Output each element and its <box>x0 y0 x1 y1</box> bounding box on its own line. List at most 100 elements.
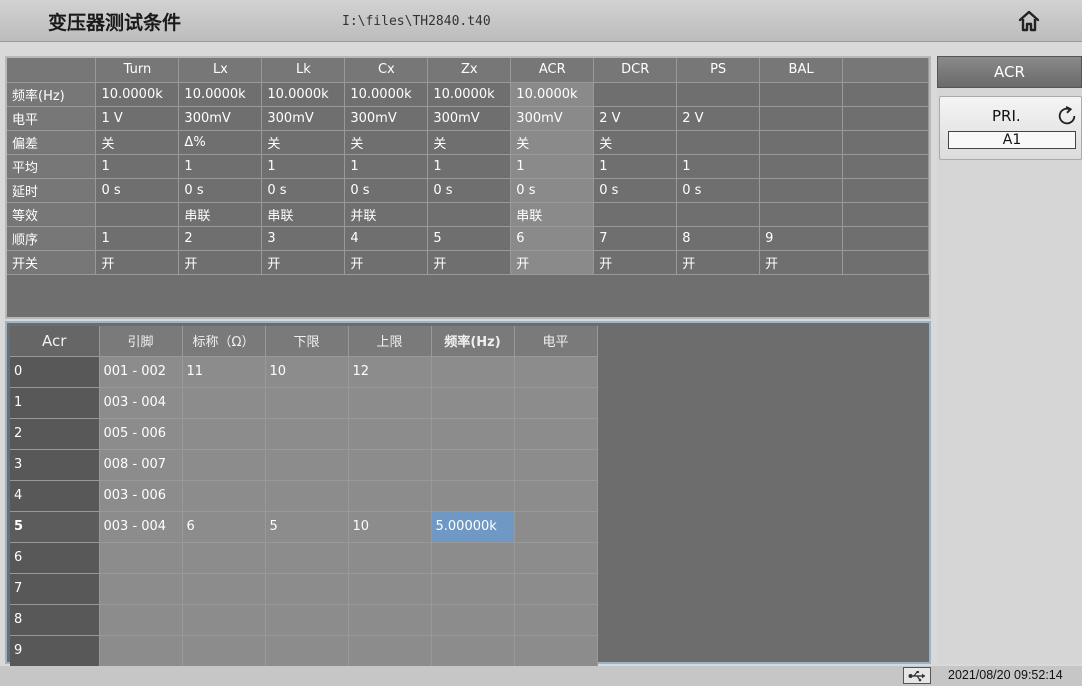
param-cell[interactable] <box>427 202 512 227</box>
param-column-header[interactable]: Lk <box>261 58 346 83</box>
param-cell[interactable]: 10.0000k <box>344 82 429 107</box>
acr-cell[interactable] <box>99 542 183 574</box>
acr-cell[interactable] <box>348 604 432 636</box>
param-cell[interactable] <box>593 202 678 227</box>
param-cell[interactable]: 10.0000k <box>261 82 346 107</box>
param-column-header[interactable]: Lx <box>178 58 263 83</box>
acr-row[interactable]: 7 <box>10 573 598 605</box>
param-cell[interactable] <box>676 82 761 107</box>
param-cell[interactable]: 关 <box>261 130 346 155</box>
param-cell[interactable]: 1 <box>427 154 512 179</box>
pri-select-button[interactable]: PRI. A1 <box>939 96 1082 160</box>
param-column-header[interactable]: ACR <box>510 58 595 83</box>
param-cell[interactable]: 开 <box>676 250 761 275</box>
param-cell[interactable]: Δ% <box>178 130 263 155</box>
acr-cell[interactable] <box>514 449 598 481</box>
param-cell[interactable]: 开 <box>427 250 512 275</box>
param-column-header[interactable]: Zx <box>427 58 512 83</box>
acr-cell[interactable] <box>431 449 515 481</box>
acr-cell[interactable] <box>514 480 598 512</box>
acr-row-index[interactable]: 6 <box>10 542 100 574</box>
param-cell[interactable]: 1 <box>593 154 678 179</box>
acr-cell[interactable]: 001 - 002 <box>99 356 183 388</box>
acr-cell[interactable] <box>348 573 432 605</box>
param-cell[interactable]: 5 <box>427 226 512 251</box>
param-cell[interactable]: 开 <box>759 250 844 275</box>
acr-cell[interactable]: 003 - 006 <box>99 480 183 512</box>
acr-cell[interactable] <box>99 635 183 667</box>
param-cell[interactable]: 2 <box>178 226 263 251</box>
acr-row[interactable]: 5 003 - 004 6 5 10 5.00000k <box>10 511 598 543</box>
param-cell[interactable]: 串联 <box>261 202 346 227</box>
acr-row-index[interactable]: 7 <box>10 573 100 605</box>
acr-row-index[interactable]: 4 <box>10 480 100 512</box>
acr-cell[interactable] <box>431 356 515 388</box>
param-cell[interactable] <box>95 202 180 227</box>
acr-column-header[interactable]: 频率(Hz) <box>431 326 515 357</box>
param-cell[interactable] <box>759 178 844 203</box>
acr-cell[interactable] <box>265 635 349 667</box>
acr-cell[interactable]: 11 <box>182 356 266 388</box>
param-cell[interactable]: 0 s <box>676 178 761 203</box>
acr-cell[interactable]: 003 - 004 <box>99 511 183 543</box>
param-cell[interactable]: 1 <box>676 154 761 179</box>
acr-cell[interactable] <box>99 573 183 605</box>
param-cell[interactable] <box>759 130 844 155</box>
acr-row[interactable]: 0 001 - 002 11 10 12 <box>10 356 598 388</box>
acr-cell[interactable] <box>514 418 598 450</box>
param-cell[interactable]: 300mV <box>510 106 595 131</box>
param-cell[interactable]: 2 V <box>593 106 678 131</box>
acr-row[interactable]: 6 <box>10 542 598 574</box>
acr-cell[interactable]: 005 - 006 <box>99 418 183 450</box>
param-cell[interactable]: 10.0000k <box>510 82 595 107</box>
acr-column-header[interactable]: 下限 <box>265 326 349 357</box>
param-cell[interactable]: 0 s <box>95 178 180 203</box>
acr-row[interactable]: 8 <box>10 604 598 636</box>
acr-cell[interactable] <box>265 449 349 481</box>
acr-column-header[interactable]: 电平 <box>514 326 598 357</box>
acr-cell[interactable] <box>514 511 598 543</box>
param-cell[interactable]: 1 <box>95 226 180 251</box>
acr-cell[interactable] <box>265 480 349 512</box>
acr-row-index[interactable]: 8 <box>10 604 100 636</box>
param-cell[interactable]: 关 <box>95 130 180 155</box>
param-cell[interactable]: 0 s <box>261 178 346 203</box>
acr-cell[interactable] <box>182 573 266 605</box>
param-column-header[interactable]: BAL <box>759 58 844 83</box>
acr-cell[interactable] <box>182 418 266 450</box>
param-cell[interactable]: 4 <box>344 226 429 251</box>
acr-cell[interactable] <box>99 604 183 636</box>
param-cell[interactable] <box>759 82 844 107</box>
acr-row-index[interactable]: 5 <box>10 511 100 543</box>
param-cell[interactable]: 10.0000k <box>427 82 512 107</box>
acr-cell[interactable] <box>348 449 432 481</box>
acr-row-index[interactable]: 9 <box>10 635 100 667</box>
acr-cell[interactable] <box>265 604 349 636</box>
acr-cell[interactable] <box>514 542 598 574</box>
acr-row-index[interactable]: 3 <box>10 449 100 481</box>
param-cell[interactable]: 9 <box>759 226 844 251</box>
acr-cell[interactable]: 5 <box>265 511 349 543</box>
param-cell[interactable]: 关 <box>344 130 429 155</box>
acr-row[interactable]: 3 008 - 007 <box>10 449 598 481</box>
acr-cell[interactable] <box>182 480 266 512</box>
acr-cell[interactable] <box>182 635 266 667</box>
param-cell[interactable]: 开 <box>593 250 678 275</box>
acr-cell[interactable] <box>182 449 266 481</box>
acr-column-header[interactable]: 引脚 <box>99 326 183 357</box>
acr-cell[interactable] <box>514 387 598 419</box>
param-cell[interactable]: 0 s <box>510 178 595 203</box>
acr-cell[interactable] <box>265 418 349 450</box>
param-cell[interactable] <box>759 202 844 227</box>
acr-cell[interactable] <box>431 418 515 450</box>
param-column-header[interactable]: Cx <box>344 58 429 83</box>
param-cell[interactable]: 0 s <box>344 178 429 203</box>
acr-row-index[interactable]: 1 <box>10 387 100 419</box>
acr-cell[interactable] <box>348 542 432 574</box>
param-cell[interactable]: 1 <box>344 154 429 179</box>
param-cell[interactable]: 开 <box>178 250 263 275</box>
acr-cell[interactable] <box>514 356 598 388</box>
param-cell[interactable]: 关 <box>593 130 678 155</box>
param-column-header[interactable]: DCR <box>593 58 678 83</box>
acr-cell[interactable] <box>431 542 515 574</box>
